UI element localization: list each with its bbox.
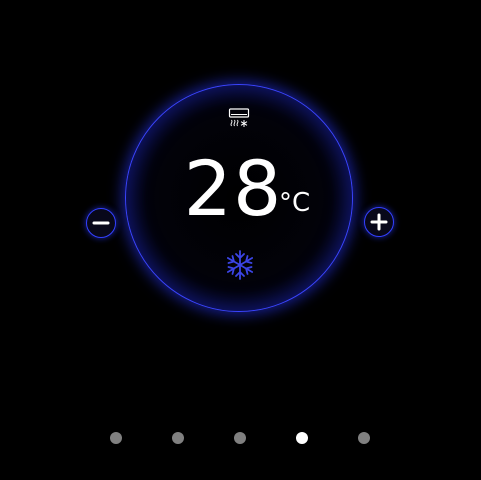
ac-unit-icon [228, 108, 250, 127]
decrease-temperature-button[interactable] [86, 208, 116, 238]
page-dot-2[interactable] [172, 432, 184, 444]
plus-icon [370, 213, 388, 231]
increase-temperature-button[interactable] [364, 207, 394, 237]
page-indicator [0, 432, 481, 444]
snowflake-icon [226, 250, 254, 280]
page-dot-5[interactable] [358, 432, 370, 444]
page-dot-4[interactable] [296, 432, 308, 444]
temperature-unit: °C [279, 188, 311, 218]
page-dot-3[interactable] [234, 432, 246, 444]
minus-icon [92, 221, 110, 225]
temperature-value: 28 [183, 144, 283, 233]
page-dot-1[interactable] [110, 432, 122, 444]
thermostat-screen: 28 °C [0, 0, 481, 480]
